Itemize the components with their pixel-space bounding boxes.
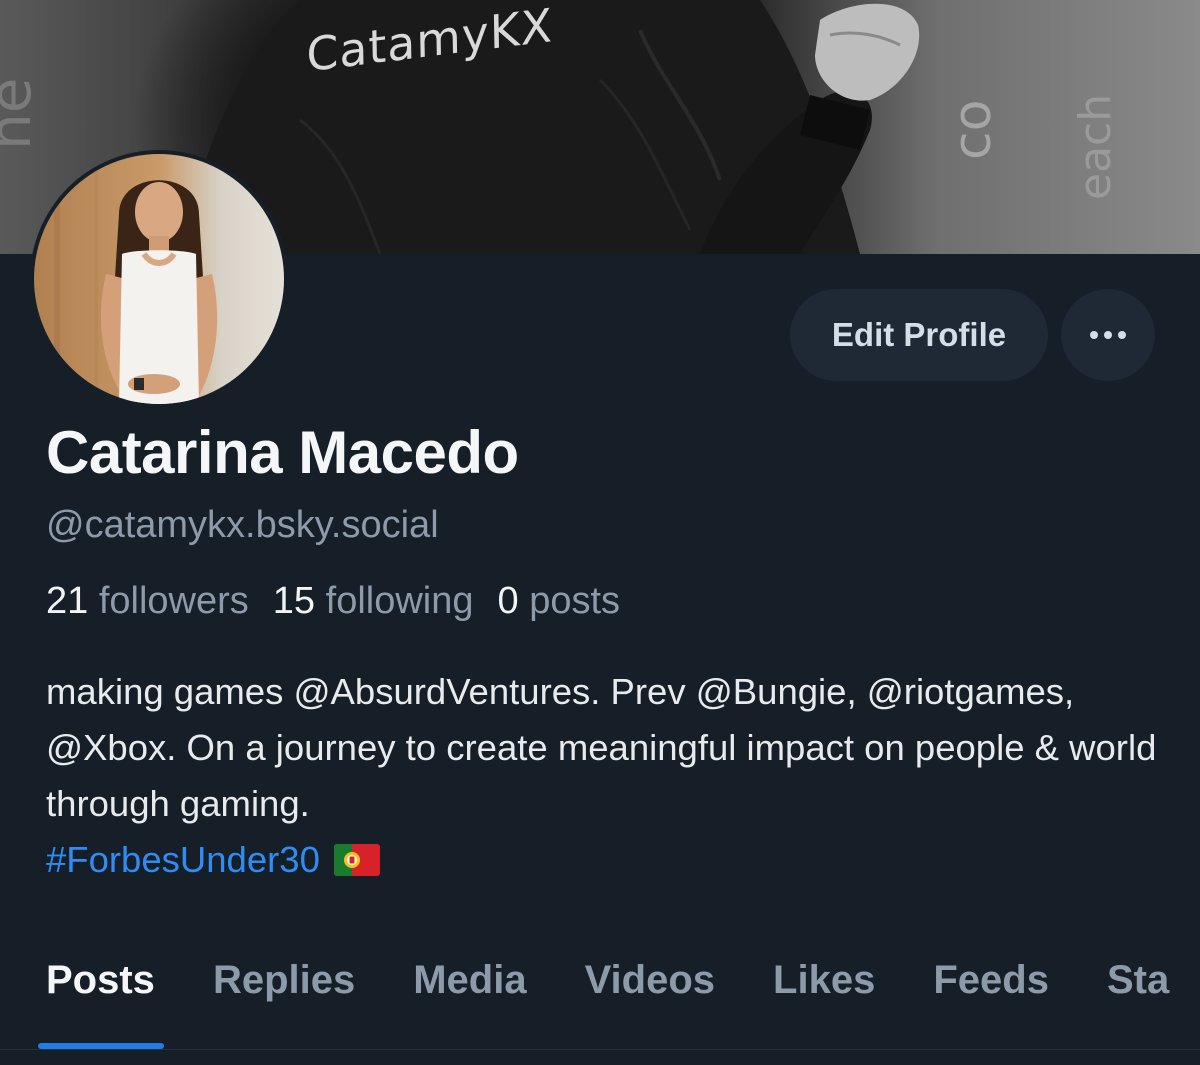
hashtag-link[interactable]: #ForbesUnder30	[46, 839, 320, 880]
followers-count: 21	[46, 580, 89, 622]
tab-videos[interactable]: Videos	[556, 958, 744, 1050]
avatar-photo	[34, 154, 284, 404]
posts-label: posts	[529, 580, 621, 622]
profile-bio: making games @AbsurdVentures. Prev @Bung…	[46, 664, 1166, 892]
followers-label: followers	[98, 580, 249, 622]
tab-media[interactable]: Media	[384, 958, 555, 1050]
posts-count: 0	[497, 580, 519, 622]
portugal-flag-icon	[333, 836, 380, 892]
tab-replies[interactable]: Replies	[184, 958, 384, 1050]
display-name: Catarina Macedo	[46, 419, 519, 486]
bio-text: making games @AbsurdVentures. Prev @Bung…	[46, 671, 1157, 824]
profile-stats: 21 followers 15 following 0 posts	[46, 580, 620, 623]
following-count: 15	[272, 580, 316, 622]
svg-text:each: each	[1070, 94, 1121, 200]
tab-likes[interactable]: Likes	[744, 958, 904, 1050]
ellipsis-icon	[1090, 331, 1126, 339]
followers-stat[interactable]: 21 followers	[46, 580, 249, 623]
tab-posts[interactable]: Posts	[0, 958, 184, 1050]
more-options-button[interactable]	[1061, 289, 1155, 381]
tab-feeds[interactable]: Feeds	[904, 958, 1078, 1050]
following-stat[interactable]: 15 following	[273, 580, 474, 623]
profile-page: he each co CatamyKX Edit Profile Catarin…	[0, 0, 1200, 1065]
edit-profile-button[interactable]: Edit Profile	[790, 289, 1048, 381]
tab-starter-packs[interactable]: Sta	[1078, 958, 1198, 1050]
avatar[interactable]	[30, 150, 288, 408]
profile-tabs: Posts Replies Media Videos Likes Feeds S…	[0, 958, 1200, 1050]
tab-divider	[0, 1049, 1200, 1050]
svg-text:co: co	[943, 100, 1003, 160]
posts-stat: 0 posts	[498, 580, 621, 623]
svg-text:he: he	[0, 78, 44, 150]
profile-handle: @catamykx.bsky.social	[46, 504, 439, 546]
following-label: following	[325, 580, 474, 622]
